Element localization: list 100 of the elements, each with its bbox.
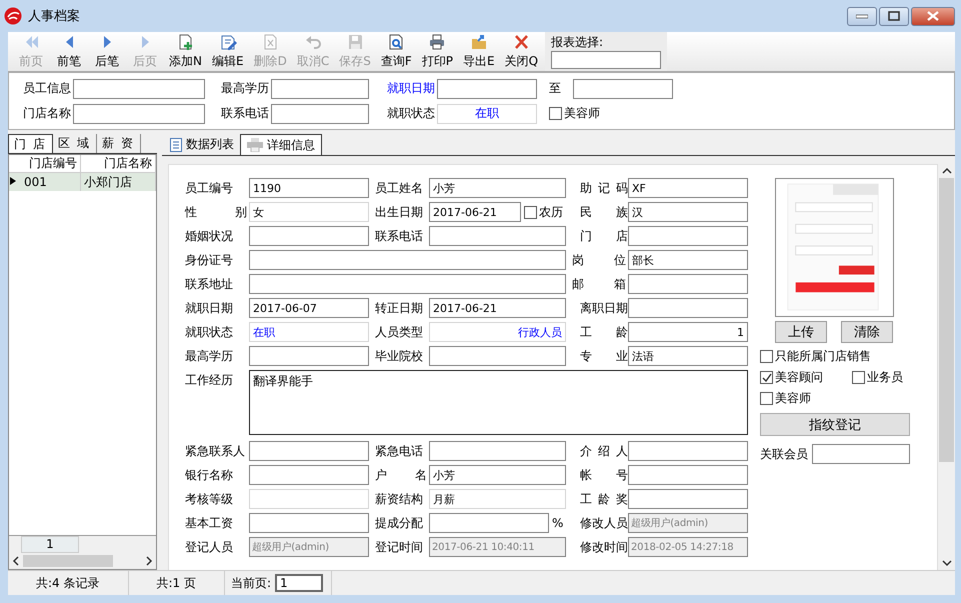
input-field[interactable] [628, 441, 748, 461]
filter-field[interactable] [271, 104, 369, 124]
checkbox[interactable] [760, 392, 773, 405]
page-number[interactable]: 1 [21, 536, 79, 553]
checkbox[interactable] [760, 371, 773, 384]
checkbox-label: 美容师 [775, 390, 811, 407]
toolbar-button[interactable]: 后笔 [88, 32, 126, 71]
photo-button[interactable]: 清除 [841, 321, 893, 343]
current-page-field[interactable]: 1 [275, 574, 324, 592]
field-label: 户 名 [374, 467, 428, 484]
close-icon [927, 11, 939, 21]
input-field[interactable]: 部长 [628, 250, 748, 270]
toolbar-button[interactable]: 查询F [376, 32, 417, 71]
field-label: 联系电话 [374, 228, 424, 245]
toolbar-button[interactable]: 前笔 [50, 32, 88, 71]
status-select[interactable]: 在职 [437, 104, 537, 124]
field-label: 出生日期 [374, 204, 424, 221]
checkbox-label: 业务员 [867, 369, 903, 386]
checkbox[interactable] [524, 206, 537, 218]
input-field[interactable] [249, 441, 369, 461]
detail-tab[interactable]: 数据列表 [164, 134, 240, 155]
input-field[interactable] [628, 489, 748, 509]
side-tab[interactable]: 门店 [8, 134, 53, 153]
input-field[interactable]: 小芳 [429, 178, 566, 198]
field-label: 岗 位 [571, 252, 627, 269]
input-field[interactable] [249, 250, 566, 270]
checkbox[interactable] [760, 350, 773, 363]
input-field[interactable] [628, 298, 748, 318]
report-select-label: 报表选择: [551, 34, 604, 51]
fingerprint-button[interactable]: 指纹登记 [760, 413, 910, 436]
input-field[interactable]: 2017-06-21 [429, 298, 566, 318]
folder-arrow-icon [470, 33, 488, 51]
input-field[interactable]: 汉 [628, 202, 748, 222]
window-title: 人事档案 [28, 8, 80, 25]
toolbar-button[interactable]: 关闭Q [500, 32, 544, 71]
field-label: 就职日期 [185, 300, 234, 317]
horizontal-scrollbar[interactable] [9, 553, 156, 569]
input-field[interactable] [249, 346, 369, 366]
toolbar-button[interactable]: 打印P [416, 32, 458, 71]
input-field[interactable]: 法语 [628, 346, 748, 366]
input-field[interactable]: 2017-06-07 [249, 298, 369, 318]
document-icon [170, 138, 182, 152]
filter-field[interactable] [73, 78, 205, 98]
filter-label: 就职状态 [387, 105, 435, 122]
date-from-field[interactable] [437, 78, 537, 98]
input-field[interactable] [812, 444, 910, 464]
input-field[interactable]: 月薪 [429, 489, 566, 509]
field-label: 工 龄 [579, 324, 628, 341]
input-field[interactable]: XF [628, 178, 748, 198]
input-field[interactable]: 1 [628, 322, 748, 342]
input-field[interactable]: 1190 [249, 178, 369, 198]
input-field[interactable] [249, 274, 566, 294]
checkbox[interactable] [852, 371, 865, 384]
input-field[interactable] [628, 226, 748, 246]
input-field[interactable] [249, 226, 369, 246]
field-label: 门 店 [579, 228, 628, 245]
input-field[interactable] [429, 441, 566, 461]
text-area[interactable]: 翻译界能手 [249, 370, 748, 435]
filter-field[interactable] [73, 104, 205, 124]
range-separator: 至 [549, 80, 561, 97]
photo-button[interactable]: 上传 [775, 321, 827, 343]
field-label: 民 族 [579, 204, 628, 221]
toolbar-button[interactable]: 编辑E [206, 32, 249, 71]
input-field[interactable] [249, 513, 369, 533]
input-field[interactable] [628, 465, 748, 485]
select-field[interactable]: 行政人员 [429, 322, 566, 342]
toolbar-button[interactable]: 添加N [164, 32, 207, 71]
checkbox[interactable] [549, 107, 562, 120]
table-row[interactable]: 001 小郑门店 [9, 173, 156, 191]
field-label: 基本工资 [185, 515, 234, 532]
field-label: 最高学历 [185, 348, 234, 365]
input-field[interactable]: 小芳 [429, 465, 566, 485]
checkbox-label: 美容顾问 [775, 369, 823, 386]
field-label: 关联会员 [760, 446, 808, 462]
date-to-field[interactable] [573, 78, 673, 98]
side-tab[interactable]: 区域 [53, 134, 97, 153]
input-field[interactable] [249, 465, 369, 485]
toolbar-button[interactable]: 导出E [458, 32, 500, 71]
select-field[interactable]: 在职 [249, 322, 369, 342]
field-label: 帐 号 [579, 467, 628, 484]
close-button[interactable] [911, 6, 955, 26]
input-field[interactable] [628, 274, 748, 294]
document-search-icon [387, 33, 406, 51]
side-tab[interactable]: 薪资 [97, 134, 141, 153]
input-field[interactable] [429, 226, 566, 246]
minimize-button[interactable] [847, 6, 877, 26]
filter-field[interactable] [271, 78, 369, 98]
date-range-link[interactable]: 就职日期 [387, 80, 435, 97]
minimize-icon [856, 13, 868, 19]
input-field[interactable] [429, 513, 549, 533]
maximize-button[interactable] [879, 6, 909, 26]
input-field[interactable]: 女 [249, 202, 369, 222]
detail-tab[interactable]: 详细信息 [240, 134, 322, 155]
field-label: 紧急联系人 [185, 443, 246, 460]
input-field[interactable] [429, 346, 566, 366]
report-select-field[interactable] [551, 51, 662, 69]
table-cell: 小郑门店 [81, 173, 156, 191]
field-label: 婚姻状况 [185, 228, 234, 245]
field-label: 修改人员 [579, 515, 628, 532]
date-field[interactable]: 2017-06-21 [429, 202, 521, 222]
